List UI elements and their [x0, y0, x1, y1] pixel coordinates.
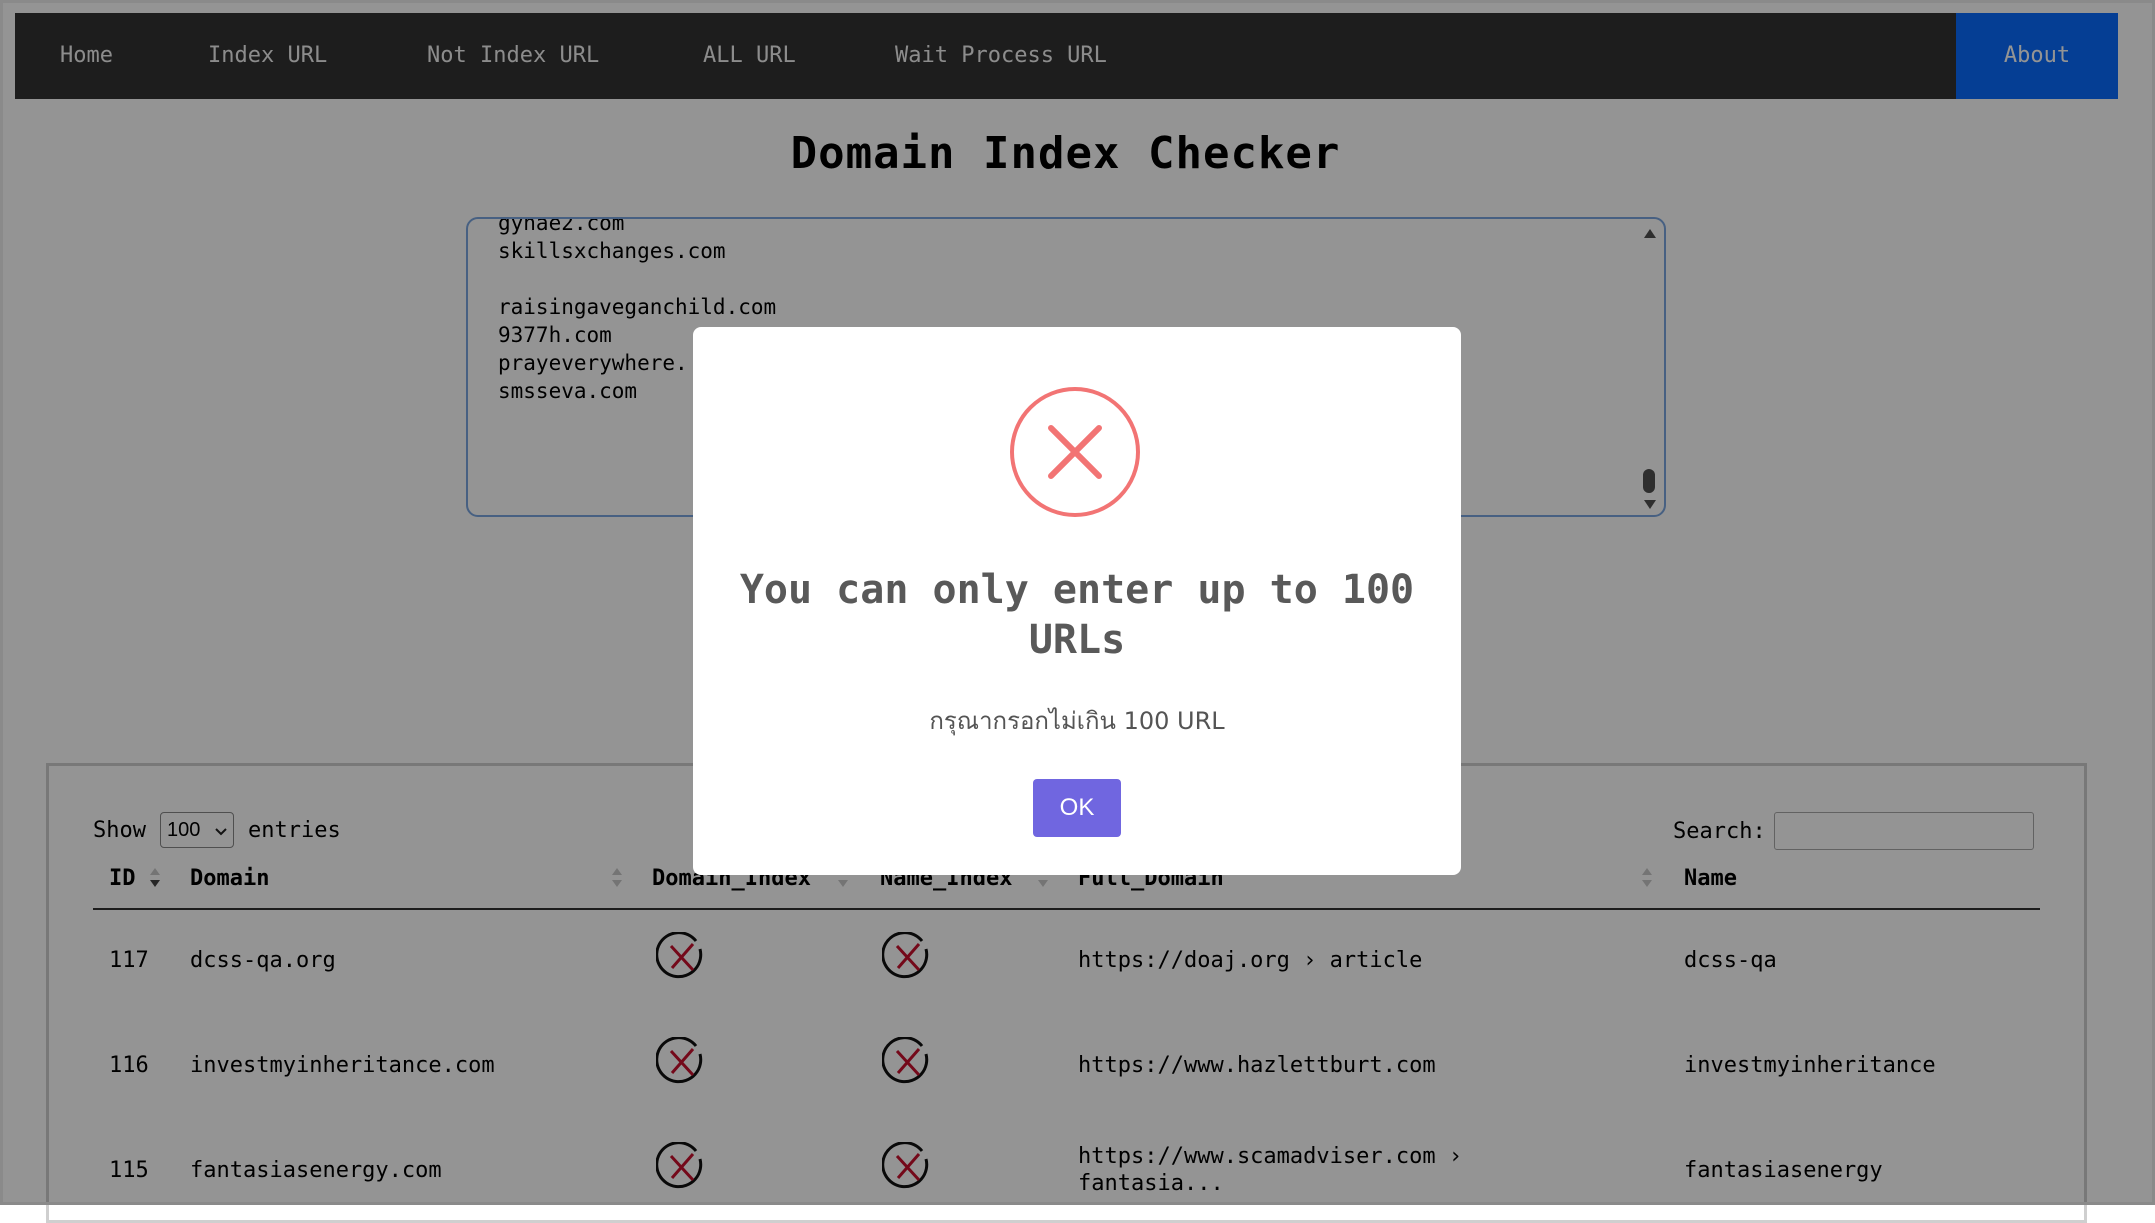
- error-x-icon: [1010, 387, 1140, 517]
- ok-button[interactable]: OK: [1033, 779, 1121, 837]
- dialog-title: You can only enter up to 100 URLs: [739, 567, 1415, 663]
- alert-dialog: You can only enter up to 100 URLs กรุณาก…: [693, 327, 1461, 875]
- dialog-message: กรุณากรอกไม่เกิน 100 URL: [929, 707, 1225, 735]
